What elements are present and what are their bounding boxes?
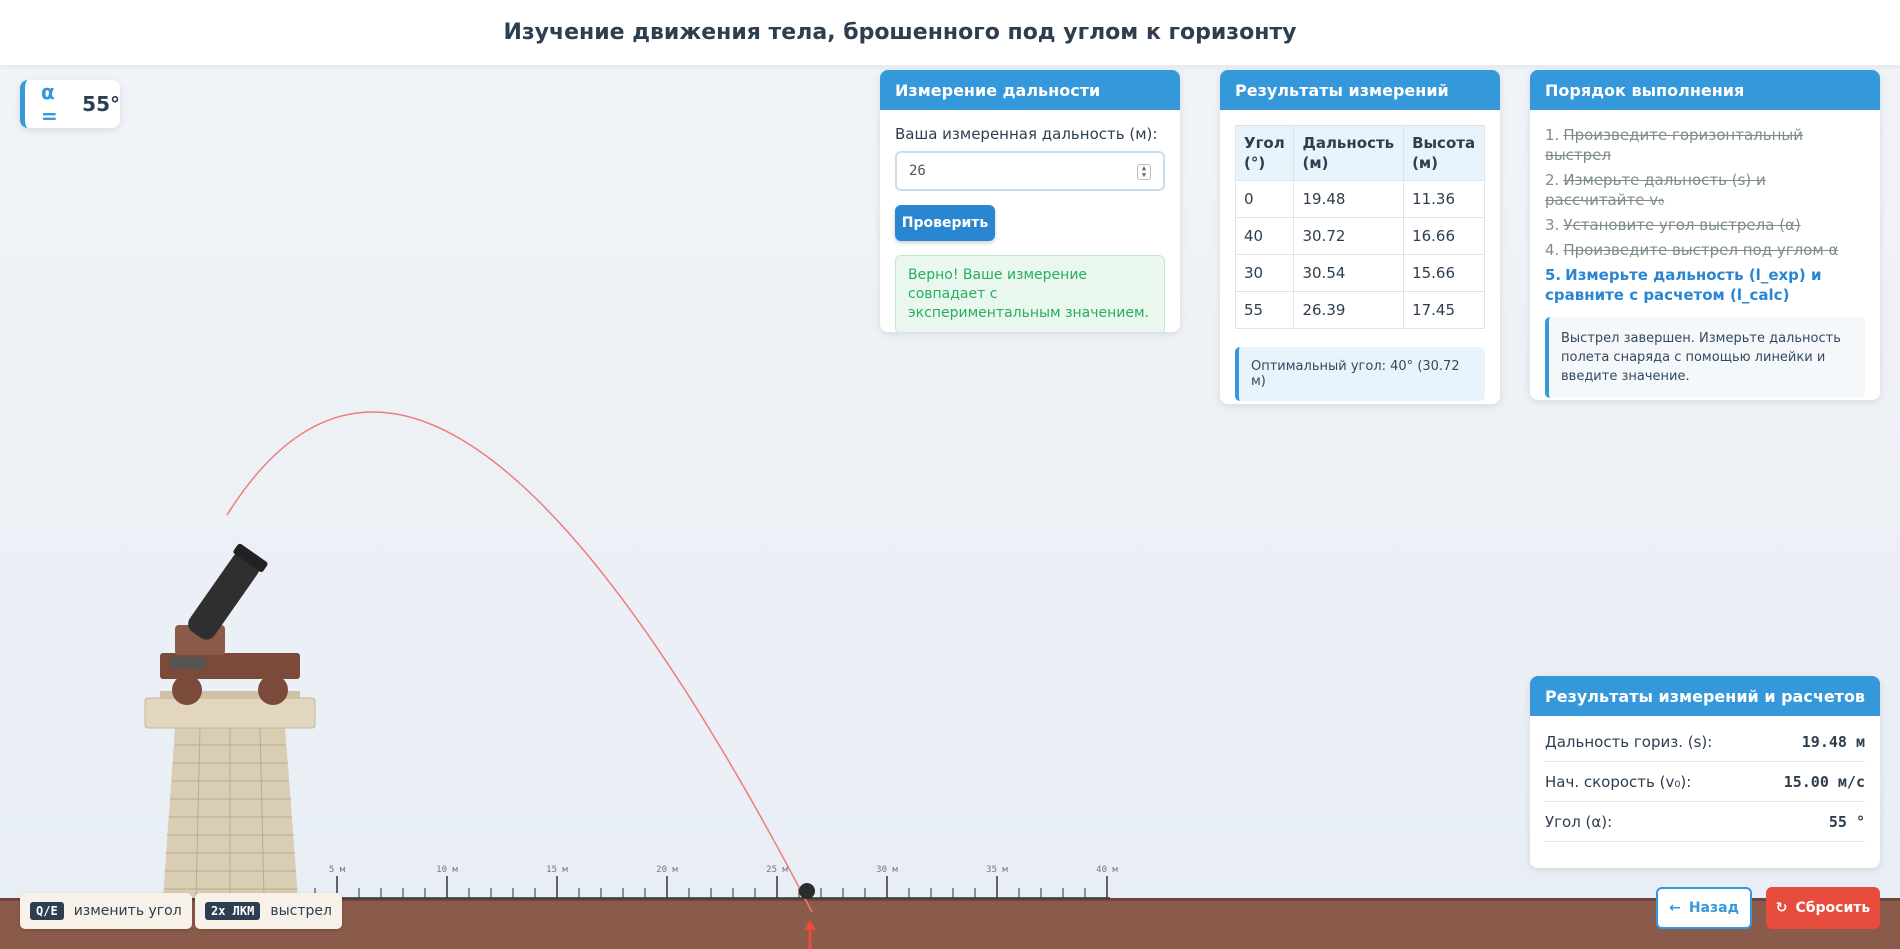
step-item: 1. Произведите горизонтальный выстрел: [1545, 126, 1803, 164]
header-bar: Изучение движения тела, брошенного под у…: [0, 0, 1900, 65]
calculation-card-header: Результаты измерений и расчетов: [1530, 676, 1880, 716]
results-card-header: Результаты измерений: [1220, 70, 1500, 110]
measured-distance-value: 26: [909, 163, 926, 179]
ruler-label: 35 м: [986, 865, 1008, 875]
table-row: 55 26.39 17.45: [1234, 291, 1485, 329]
tower: [144, 691, 316, 899]
column-header-angle: Угол (°): [1234, 125, 1295, 181]
calc-row-velocity: Нач. скорость (v₀): 15.00 м/с: [1545, 762, 1865, 802]
angle-value: 55°: [82, 92, 120, 116]
calc-row-distance: Дальность гориз. (s): 19.48 м: [1545, 722, 1865, 762]
projectile-ball: [799, 883, 815, 899]
back-button-label: Назад: [1688, 900, 1739, 916]
table-cell: 40: [1234, 217, 1295, 255]
measurement-card: Измерение дальности Ваша измеренная даль…: [880, 70, 1180, 332]
step-item: 3. Установите угол выстрела (α): [1545, 216, 1801, 234]
cannon[interactable]: [160, 543, 300, 705]
table-cell: 30.54: [1293, 254, 1405, 292]
ruler-label: 10 м: [436, 865, 458, 875]
step-item-active: 5. Измерьте дальность (l_exp) и сравните …: [1545, 266, 1822, 304]
ruler-label: 15 м: [546, 865, 568, 875]
procedure-card: Порядок выполнения 1. Произведите горизон…: [1530, 70, 1880, 400]
ruler-label: 5 м: [329, 865, 346, 875]
reset-button-label: Сбросить: [1795, 900, 1871, 916]
calculation-card: Результаты измерений и расчетов Дальност…: [1530, 676, 1880, 868]
angle-indicator: α = 55°: [20, 80, 120, 128]
table-row: 0 19.48 11.36: [1234, 180, 1485, 218]
check-button[interactable]: Проверить: [895, 205, 995, 241]
key-badge: Q/E: [30, 902, 64, 920]
results-card: Результаты измерений Угол (°) Дальность …: [1220, 70, 1500, 404]
step-item: 2. Измерьте дальность (s) и рассчитайте v…: [1545, 171, 1766, 209]
ruler-label: 20 м: [656, 865, 678, 875]
reset-button[interactable]: ↻ Сбросить: [1766, 887, 1880, 929]
table-cell: 26.39: [1293, 291, 1405, 329]
trajectory-path: [226, 411, 813, 913]
ruler-label: 30 м: [876, 865, 898, 875]
procedure-steps: 1. Произведите горизонтальный выстрел 2. И…: [1545, 125, 1865, 305]
calc-value: 15.00 м/с: [1783, 772, 1865, 791]
table-cell: 30.72: [1293, 217, 1405, 255]
results-table: Угол (°) Дальность (м) Высота (м) 0 19.4…: [1234, 125, 1485, 329]
hint-text: выстрел: [270, 903, 332, 919]
calc-value: 55 °: [1828, 812, 1865, 831]
optimal-angle-note: Оптимальный угол: 40° (30.72 м): [1235, 347, 1485, 401]
column-header-height: Высота (м): [1403, 125, 1485, 181]
ruler-label: 40 м: [1096, 865, 1118, 875]
ruler-label: 25 м: [766, 865, 788, 875]
table-cell: 17.45: [1403, 291, 1485, 329]
calc-row-angle: Угол (α): 55 °: [1545, 802, 1865, 842]
alpha-symbol: α =: [41, 80, 58, 128]
hint-text: изменить угол: [73, 903, 182, 919]
calc-label: Нач. скорость (v₀):: [1545, 772, 1692, 791]
calc-label: Угол (α):: [1545, 812, 1613, 831]
table-cell: 30: [1234, 254, 1295, 292]
procedure-card-header: Порядок выполнения: [1530, 70, 1880, 110]
table-cell: 15.66: [1403, 254, 1485, 292]
key-badge: 2x ЛКМ: [205, 902, 261, 920]
measured-distance-input[interactable]: 26 ▲ ▼: [895, 151, 1165, 191]
table-cell: 16.66: [1403, 217, 1485, 255]
refresh-icon: ↻: [1775, 900, 1788, 916]
success-alert: Верно! Ваше измерение совпадает с экспер…: [895, 255, 1165, 332]
calc-value: 19.48 м: [1801, 732, 1865, 751]
hint-change-angle: Q/E изменить угол: [20, 893, 192, 929]
measurement-card-header: Измерение дальности: [880, 70, 1180, 110]
arrow-left-icon: ←: [1669, 900, 1681, 916]
page-title: Изучение движения тела, брошенного под у…: [503, 20, 1297, 45]
back-button[interactable]: ← Назад: [1656, 887, 1752, 929]
table-cell: 11.36: [1403, 180, 1485, 218]
hint-fire: 2x ЛКМ выстрел: [195, 893, 342, 929]
column-header-distance: Дальность (м): [1293, 125, 1405, 181]
step-item: 4. Произведите выстрел под углом α: [1545, 241, 1839, 259]
status-info: Выстрел завершен. Измерьте дальность пол…: [1545, 317, 1865, 398]
table-cell: 55: [1234, 291, 1295, 329]
stepper-icon[interactable]: ▲ ▼: [1137, 164, 1151, 180]
measuring-ruler[interactable]: [225, 876, 1110, 899]
table-cell: 19.48: [1293, 180, 1405, 218]
table-cell: 0: [1234, 180, 1295, 218]
table-row: 40 30.72 16.66: [1234, 217, 1485, 255]
table-row: 30 30.54 15.66: [1234, 254, 1485, 292]
measured-distance-label: Ваша измеренная дальность (м):: [895, 125, 1158, 143]
calc-label: Дальность гориз. (s):: [1545, 732, 1713, 751]
